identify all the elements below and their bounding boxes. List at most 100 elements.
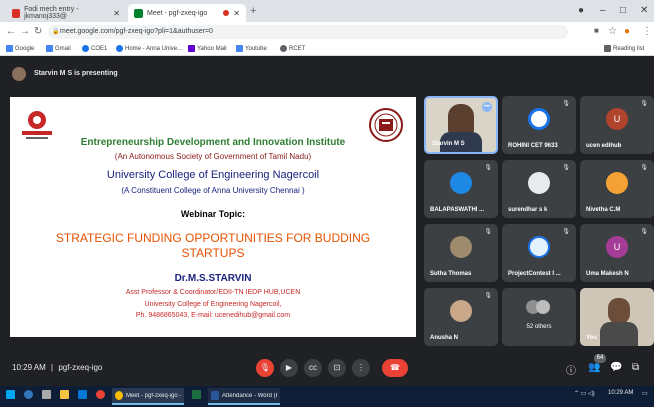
chat-icon[interactable]: 💬 — [610, 362, 622, 373]
present-button[interactable]: ⊡ — [328, 359, 346, 377]
presenting-banner: Starvin M S is presenting — [0, 64, 654, 84]
taskbar-app-meet[interactable]: Meet - pgf-zxeq-igo - ... — [112, 388, 184, 405]
end-call-button[interactable]: ☎ — [382, 359, 408, 377]
participant-tile-others[interactable]: 52 others — [502, 288, 576, 346]
excel-icon[interactable] — [192, 390, 204, 399]
others-count: 52 others — [526, 324, 552, 330]
meeting-time: 10:29 AM — [12, 363, 46, 372]
activities-icon[interactable]: ⧉ — [632, 362, 639, 373]
participant-tile-you[interactable]: You — [580, 288, 654, 346]
avatar: U — [606, 108, 628, 130]
bookmark-youtube[interactable]: Youtube — [236, 45, 267, 52]
more-options-button[interactable]: ⋮ — [352, 359, 370, 377]
presenting-text: Starvin M S is presenting — [34, 70, 118, 77]
participant-video — [608, 298, 630, 324]
edge-icon[interactable] — [24, 390, 36, 399]
reload-icon[interactable]: ↻ — [34, 26, 42, 37]
participant-name: Uma Makesh N — [586, 271, 629, 277]
participant-tile-ucen-edihub[interactable]: 🎙 U ucen edihub — [580, 96, 654, 154]
speaker-designation: Asst Professor & Coordinator/EDII-TN IED… — [125, 289, 301, 296]
institute-title: Entrepreneurship Development and Innovat… — [80, 137, 346, 148]
avatar: U — [606, 236, 628, 258]
info-icon[interactable]: ⓘ — [566, 362, 576, 377]
close-icon[interactable]: ✕ — [113, 9, 120, 18]
bookmark-yahoo-mail[interactable]: Yahoo Mail — [188, 45, 227, 52]
minimize-icon[interactable]: – — [600, 5, 606, 16]
system-tray-icons[interactable]: ⌃ ▭ ◁) — [574, 390, 595, 397]
globe-icon — [280, 45, 287, 52]
tab-fodi-mech[interactable]: Fodi mech entry - jkmanoj333@ ✕ — [6, 4, 126, 22]
reading-list[interactable]: Reading list — [604, 45, 644, 52]
participant-tile-starvin[interactable]: ••• Starvin M S — [424, 96, 498, 154]
bookmark-google[interactable]: Google — [6, 45, 34, 52]
meet-icon — [134, 8, 143, 18]
mic-off-icon: 🎙 — [484, 229, 492, 235]
participant-name: Sutha Thomas — [430, 271, 472, 277]
participant-tile-balapaswathi[interactable]: 🎙 BALAPASWATHI ... — [424, 160, 498, 218]
close-icon[interactable]: ✕ — [233, 9, 240, 18]
participant-name: You — [586, 335, 597, 341]
participant-tile-surendhar[interactable]: 🎙 surendhar s k — [502, 160, 576, 218]
participant-tile-rohini[interactable]: 🎙 ROHINI CET 9633 — [502, 96, 576, 154]
back-icon[interactable]: ← — [6, 26, 16, 37]
camera-icon[interactable]: ■ — [594, 26, 599, 35]
people-icon[interactable]: 👥 — [588, 362, 600, 373]
reading-list-icon — [604, 45, 611, 52]
tab-meet[interactable]: Meet - pgf-zxeq-igo ✕ — [128, 4, 246, 22]
chrome-icon[interactable] — [96, 390, 108, 399]
url-text: meet.google.com/pgf-zxeq-igo?pli=1&authu… — [60, 28, 213, 35]
store-icon[interactable] — [78, 390, 90, 399]
tab-label: Fodi mech entry - jkmanoj333@ — [24, 6, 79, 20]
bookmark-anna-univ[interactable]: Home - Anna Unive... — [116, 45, 182, 52]
college-title: University College of Engineering Nagerc… — [106, 169, 320, 181]
bookmark-star-icon[interactable]: ☆ — [608, 26, 617, 37]
google-icon — [236, 45, 243, 52]
taskbar-app-word[interactable]: Attendance - Word (P... — [208, 388, 280, 405]
captions-button[interactable]: cc — [304, 359, 322, 377]
yahoo-icon — [188, 45, 195, 52]
avatar — [528, 108, 550, 130]
camera-toggle-button[interactable]: ▶ — [280, 359, 298, 377]
file-explorer-icon[interactable] — [60, 390, 72, 399]
mic-off-icon: 🎙 — [562, 165, 570, 171]
google-icon — [46, 45, 53, 52]
bookmark-rcet[interactable]: RCET — [280, 45, 305, 52]
webinar-topic-line1: STRATEGIC FUNDING OPPORTUNITIES FOR BUDD… — [55, 231, 371, 245]
word-icon — [211, 391, 219, 400]
profile-avatar-icon[interactable]: ● — [624, 26, 630, 37]
participant-name: surendhar s k — [508, 207, 548, 213]
browser-tab-strip: Fodi mech entry - jkmanoj333@ ✕ Meet - p… — [0, 0, 654, 22]
participant-tile-uma-makesh[interactable]: 🎙 U Uma Makesh N — [580, 224, 654, 282]
speaker-college: University College of Engineering Nagerc… — [144, 301, 282, 308]
more-options-icon[interactable]: ••• — [482, 102, 492, 112]
notifications-icon[interactable]: ▭ — [642, 390, 648, 397]
task-view-icon[interactable] — [42, 390, 54, 399]
participant-name: Nivetha C.M — [586, 207, 621, 213]
bookmark-coe1[interactable]: COE1 — [82, 45, 107, 52]
participant-tile-nivetha[interactable]: 🎙 Nivetha C.M — [580, 160, 654, 218]
institute-subtitle: (An Autonomous Society of Government of … — [114, 152, 312, 161]
menu-icon[interactable]: ⋮ — [642, 26, 652, 37]
new-tab-button[interactable]: + — [250, 5, 256, 17]
participant-tile-projectcontest[interactable]: 🎙 ProjectContest I ... — [502, 224, 576, 282]
globe-icon — [82, 45, 89, 52]
profile-icon[interactable]: ● — [578, 5, 584, 16]
bookmark-gmail[interactable]: Gmail — [46, 45, 71, 52]
avatar — [450, 300, 472, 322]
gmail-icon — [12, 8, 21, 18]
lock-icon: 🔒 — [52, 29, 60, 35]
start-icon[interactable] — [6, 390, 18, 399]
webinar-topic-line2: STARTUPS — [181, 246, 245, 260]
mic-toggle-button[interactable]: 🎙 — [256, 359, 274, 377]
participant-tile-anusha[interactable]: 🎙 Anusha N — [424, 288, 498, 346]
forward-icon[interactable]: → — [20, 26, 30, 37]
taskbar-clock[interactable]: 10:29 AM — [608, 390, 633, 396]
address-bar[interactable]: 🔒 meet.google.com/pgf-zxeq-igo?pli=1&aut… — [48, 25, 568, 39]
participant-name: Anusha N — [430, 335, 459, 341]
avatar — [450, 236, 472, 258]
avatar — [536, 300, 550, 314]
participant-tile-sutha[interactable]: 🎙 Sutha Thomas — [424, 224, 498, 282]
maximize-icon[interactable]: □ — [620, 5, 626, 16]
close-window-icon[interactable]: ✕ — [640, 5, 648, 16]
google-icon — [6, 45, 13, 52]
